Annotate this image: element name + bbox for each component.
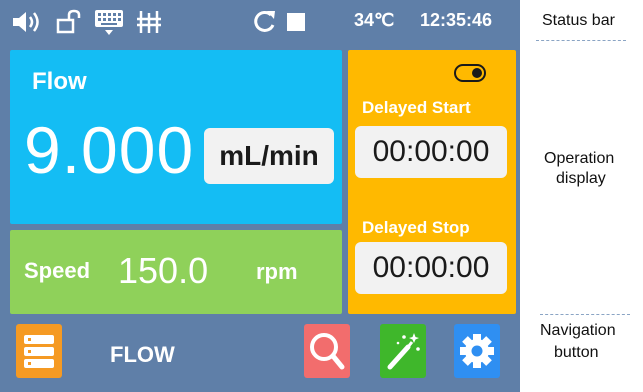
flow-value[interactable]: 9.000 (24, 112, 194, 188)
status-bar-divider (536, 40, 626, 41)
clock-readout: 12:35:46 (420, 10, 493, 30)
flow-label: Flow (32, 68, 87, 95)
navigation-bar: FLOW (0, 318, 520, 392)
status-bar: 34℃ 12:35:46 (0, 0, 520, 44)
gear-icon (460, 334, 494, 368)
magic-wand-icon (387, 333, 420, 370)
search-icon (310, 333, 345, 370)
delayed-stop-time[interactable]: 00:00:00 (355, 242, 507, 294)
delay-toggle[interactable] (454, 64, 486, 82)
toggle-knob (472, 68, 482, 78)
flow-unit-button[interactable]: mL/min (204, 128, 334, 184)
settings-button[interactable] (454, 324, 500, 378)
speed-unit: rpm (256, 259, 298, 284)
filter-icon[interactable] (134, 8, 164, 36)
speed-value[interactable]: 150.0 (118, 250, 208, 292)
current-mode-title: FLOW (110, 342, 175, 367)
navigation-annotation-line2: button (554, 344, 599, 361)
operation-display-annotation-line1: Operation (544, 150, 615, 167)
wizard-button[interactable] (380, 324, 426, 378)
delayed-start-label: Delayed Start (362, 98, 471, 117)
flow-panel[interactable]: Flow 9.000 mL/min (10, 50, 342, 224)
stop-icon[interactable] (284, 8, 308, 36)
navigation-divider (540, 314, 630, 315)
search-button[interactable] (304, 324, 350, 378)
unlock-icon[interactable] (54, 8, 84, 36)
delay-panel: Delayed Start 00:00:00 Delayed Stop 00:0… (348, 50, 516, 314)
navigation-annotation-line1: Navigation (540, 322, 616, 339)
speed-label: Speed (24, 258, 91, 283)
delayed-start-time[interactable]: 00:00:00 (355, 126, 507, 178)
speaker-icon[interactable] (10, 8, 44, 36)
operation-display-annotation-line2: display (556, 170, 606, 187)
temperature-readout: 34℃ (354, 10, 395, 30)
keyboard-icon[interactable] (92, 8, 126, 36)
menu-icon (24, 335, 54, 368)
menu-button[interactable] (16, 324, 62, 378)
refresh-icon[interactable] (250, 8, 278, 36)
pump-screen: 34℃ 12:35:46 Flow 9.000 mL/min Speed 150… (0, 0, 520, 392)
status-bar-annotation: Status bar (542, 12, 615, 29)
delayed-stop-label: Delayed Stop (362, 218, 470, 237)
speed-panel[interactable]: Speed 150.0 rpm (10, 230, 342, 314)
